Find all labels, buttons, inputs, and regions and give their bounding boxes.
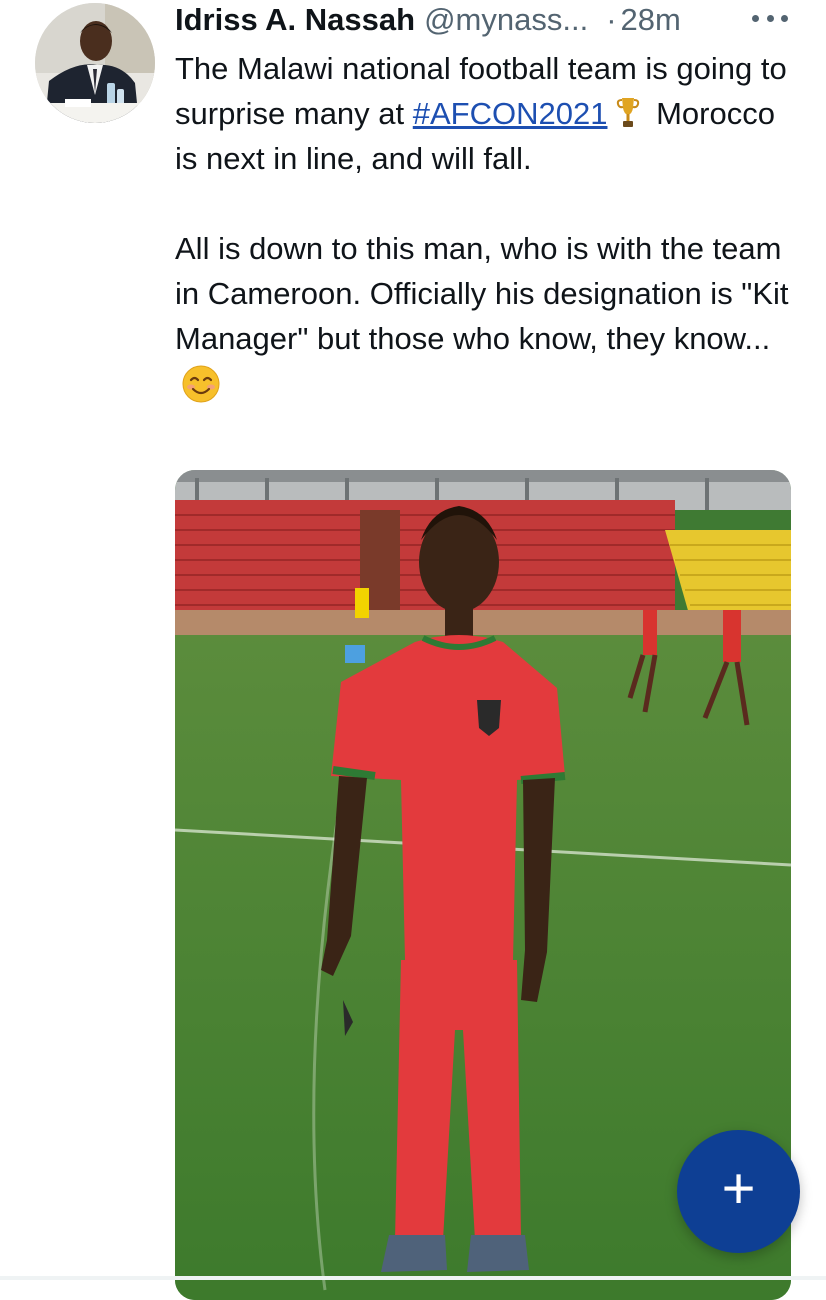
compose-tweet-button[interactable]: + — [677, 1130, 800, 1253]
more-dot — [766, 14, 774, 22]
trophy-icon — [617, 98, 640, 127]
avatar-photo — [35, 3, 155, 123]
tweet[interactable]: Idriss A. Nassah @mynass... · 28m The Ma… — [0, 0, 826, 1300]
tweet-text: The Malawi national football team is goi… — [175, 46, 805, 406]
separator-dot: · — [606, 2, 617, 37]
tweet-text-part: All is down to this man, who is with the… — [175, 231, 789, 356]
tweet-paragraph-2: All is down to this man, who is with the… — [175, 226, 805, 406]
compose-plus-icon: + — [721, 1155, 756, 1221]
author-avatar[interactable] — [35, 3, 155, 123]
smiling-face-icon — [182, 365, 220, 403]
more-dot — [781, 14, 788, 22]
more-dot — [752, 14, 759, 22]
author-handle[interactable]: @mynass... — [424, 2, 588, 38]
hashtag-link[interactable]: #AFCON2021 — [413, 96, 608, 131]
author-name[interactable]: Idriss A. Nassah — [175, 2, 415, 38]
more-options-icon[interactable] — [752, 8, 788, 28]
tweet-header: Idriss A. Nassah @mynass... · 28m — [175, 0, 681, 40]
tweet-paragraph-1: The Malawi national football team is goi… — [175, 46, 805, 181]
divider — [0, 1276, 826, 1280]
tweet-timestamp[interactable]: 28m — [621, 2, 681, 38]
